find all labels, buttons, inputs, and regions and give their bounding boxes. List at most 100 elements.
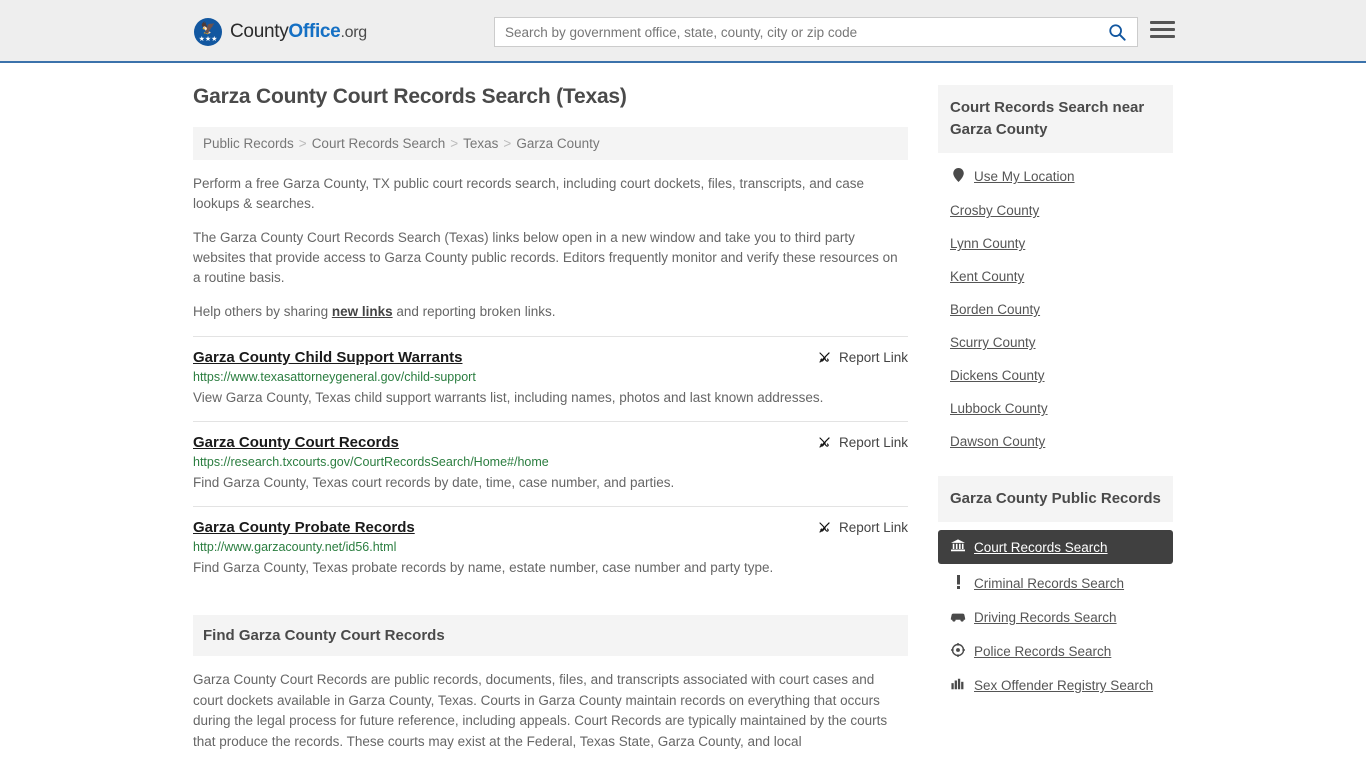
site-logo[interactable]: 🦅 ★★★ CountyOffice.org — [194, 18, 367, 46]
eagle-glyph: 🦅 — [200, 21, 216, 35]
find-records-section-heading: Find Garza County Court Records — [193, 615, 908, 656]
hamburger-menu-button[interactable] — [1150, 21, 1175, 38]
county-link[interactable]: Lubbock County — [950, 401, 1048, 416]
intro-paragraph-2: The Garza County Court Records Search (T… — [193, 230, 898, 285]
public-records-link[interactable]: Driving Records Search — [974, 610, 1117, 625]
county-link[interactable]: Lynn County — [950, 236, 1025, 251]
breadcrumb-item-garza-county[interactable]: Garza County — [516, 136, 599, 151]
sidebar-item-court-records-search[interactable]: Court Records Search — [938, 530, 1173, 564]
content-container: Garza County Court Records Search (Texas… — [193, 63, 1173, 752]
report-link-button[interactable]: Report Link — [817, 519, 908, 535]
breadcrumb-separator: > — [298, 136, 307, 151]
sidebar-item-driving-records-search[interactable]: Driving Records Search — [938, 601, 1173, 634]
broken-link-icon — [819, 352, 830, 363]
intro-paragraph-3: Help others by sharing new links and rep… — [193, 302, 908, 322]
sidebar-item-borden-county[interactable]: Borden County — [938, 293, 1173, 326]
brand-wordmark: CountyOffice.org — [230, 21, 367, 43]
sidebar-item-kent-county[interactable]: Kent County — [938, 260, 1173, 293]
exclamation-icon — [950, 575, 966, 592]
map-pin-icon — [950, 168, 966, 185]
county-link[interactable]: Scurry County — [950, 335, 1036, 350]
breadcrumb-separator: > — [503, 136, 512, 151]
stars-glyph: ★★★ — [198, 36, 218, 43]
result-title-link[interactable]: Garza County Court Records — [193, 434, 399, 451]
result-url: https://www.texasattorneygeneral.gov/chi… — [193, 370, 476, 384]
sidebar-item-police-records-search[interactable]: Police Records Search — [938, 634, 1173, 669]
sidebar-item-lubbock-county[interactable]: Lubbock County — [938, 392, 1173, 425]
search-button[interactable] — [1097, 18, 1137, 46]
breadcrumb-item-court-records-search[interactable]: Court Records Search — [312, 136, 446, 151]
report-link-label: Report Link — [838, 520, 908, 535]
sidebar-item-crosby-county[interactable]: Crosby County — [938, 194, 1173, 227]
breadcrumb: Public Records > Court Records Search > Texa… — [193, 127, 908, 160]
search-icon — [1109, 24, 1126, 41]
find-records-paragraph: Garza County Court Records are public re… — [193, 672, 888, 749]
intro-text: Perform a free Garza County, TX public c… — [193, 174, 908, 322]
result-item: Garza County Probate Records Report Link… — [193, 506, 908, 591]
page-title: Garza County Court Records Search (Texas… — [193, 85, 627, 108]
fingerprint-icon — [950, 678, 966, 693]
result-description: Find Garza County, Texas court records b… — [193, 475, 675, 490]
site-header: 🦅 ★★★ CountyOffice.org — [0, 0, 1366, 63]
breadcrumb-item-texas[interactable]: Texas — [463, 136, 498, 151]
report-link-button[interactable]: Report Link — [817, 349, 908, 365]
county-link[interactable]: Dickens County — [950, 368, 1045, 383]
report-link-button[interactable]: Report Link — [817, 434, 908, 450]
sidebar-item-lynn-county[interactable]: Lynn County — [938, 227, 1173, 260]
search-input[interactable] — [495, 18, 1097, 46]
county-link[interactable]: Borden County — [950, 302, 1040, 317]
find-records-section-body: Garza County Court Records are public re… — [193, 670, 908, 752]
share-text-before: Help others by sharing — [193, 304, 332, 319]
intro-paragraph-1: Perform a free Garza County, TX public c… — [193, 176, 865, 211]
car-icon — [950, 611, 966, 625]
result-title-link[interactable]: Garza County Child Support Warrants — [193, 349, 462, 366]
result-url: http://www.garzacounty.net/id56.html — [193, 540, 397, 554]
public-records-link[interactable]: Criminal Records Search — [974, 576, 1124, 591]
result-title-link[interactable]: Garza County Probate Records — [193, 519, 415, 536]
nearby-search-panel: Court Records Search near Garza County U… — [938, 85, 1173, 458]
public-records-heading: Garza County Public Records — [938, 476, 1173, 522]
sidebar-item-criminal-records-search[interactable]: Criminal Records Search — [938, 566, 1173, 601]
public-records-panel: Garza County Public Records Court Record… — [938, 476, 1173, 702]
brand-county-text: County — [230, 21, 289, 42]
result-header: Garza County Court Records Report Link — [193, 434, 908, 451]
public-records-link[interactable]: Court Records Search — [974, 540, 1108, 555]
sidebar-item-dawson-county[interactable]: Dawson County — [938, 425, 1173, 458]
breadcrumb-separator: > — [450, 136, 459, 151]
main-column: Garza County Court Records Search (Texas… — [193, 85, 908, 752]
public-records-link[interactable]: Sex Offender Registry Search — [974, 678, 1153, 693]
broken-link-icon — [819, 522, 830, 533]
hamburger-bar — [1150, 21, 1175, 24]
broken-link-icon — [819, 437, 830, 448]
countyoffice-eagle-logo-icon: 🦅 ★★★ — [194, 18, 222, 46]
county-link[interactable]: Dawson County — [950, 434, 1045, 449]
nearby-search-heading: Court Records Search near Garza County — [938, 85, 1173, 153]
share-text-after: and reporting broken links. — [392, 304, 556, 319]
result-url: https://research.txcourts.gov/CourtRecor… — [193, 455, 549, 469]
hamburger-bar — [1150, 28, 1175, 31]
badge-icon — [950, 643, 966, 660]
sidebar-item-scurry-county[interactable]: Scurry County — [938, 326, 1173, 359]
report-link-label: Report Link — [838, 435, 908, 450]
sidebar-item-use-my-location[interactable]: Use My Location — [938, 159, 1173, 194]
result-description: Find Garza County, Texas probate records… — [193, 560, 774, 575]
result-item: Garza County Child Support Warrants Repo… — [193, 336, 908, 421]
result-description: View Garza County, Texas child support w… — [193, 390, 824, 405]
county-link[interactable]: Kent County — [950, 269, 1024, 284]
use-my-location-link[interactable]: Use My Location — [974, 169, 1075, 184]
breadcrumb-item-public-records[interactable]: Public Records — [203, 136, 294, 151]
new-links-link[interactable]: new links — [332, 304, 393, 319]
public-records-link[interactable]: Police Records Search — [974, 644, 1111, 659]
sidebar: Court Records Search near Garza County U… — [938, 85, 1173, 752]
nearby-county-list: Use My Location Crosby County Lynn Count… — [938, 153, 1173, 458]
result-item: Garza County Court Records Report Link h… — [193, 421, 908, 506]
search-bar — [494, 17, 1138, 47]
hamburger-bar — [1150, 35, 1175, 38]
sidebar-item-dickens-county[interactable]: Dickens County — [938, 359, 1173, 392]
county-link[interactable]: Crosby County — [950, 203, 1039, 218]
courthouse-icon — [950, 539, 966, 555]
public-records-list: Court Records Search Criminal Records Se… — [938, 522, 1173, 702]
result-header: Garza County Child Support Warrants Repo… — [193, 349, 908, 366]
sidebar-item-sex-offender-registry-search[interactable]: Sex Offender Registry Search — [938, 669, 1173, 702]
result-header: Garza County Probate Records Report Link — [193, 519, 908, 536]
